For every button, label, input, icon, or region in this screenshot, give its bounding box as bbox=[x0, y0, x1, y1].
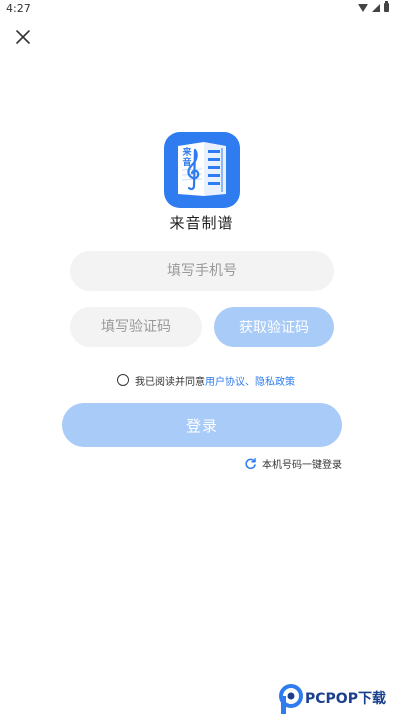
watermark-text: PCPOP下载 bbox=[305, 691, 386, 707]
verification-code-input[interactable] bbox=[70, 307, 202, 347]
refresh-icon bbox=[245, 458, 256, 470]
one-key-login-label: 本机号码一键登录 bbox=[262, 460, 342, 471]
signal-icon bbox=[372, 3, 380, 12]
phone-input[interactable] bbox=[70, 251, 334, 291]
logo-text: 来音 bbox=[182, 148, 192, 168]
watermark: PCPOP下载 bbox=[279, 683, 403, 717]
login-button[interactable]: 登录 bbox=[62, 403, 342, 447]
status-time: 4:27 bbox=[6, 2, 31, 15]
battery-icon bbox=[384, 1, 389, 12]
app-name: 来音制谱 bbox=[169, 214, 234, 232]
login-screen: 4:27 来音 来音制谱 填写手机号 填写验证码 获取验证码 我已阅读并同意 用… bbox=[0, 0, 403, 720]
status-bar: 4:27 bbox=[0, 0, 403, 18]
user-agreement-link[interactable]: 用户协议 bbox=[205, 373, 245, 388]
get-code-button[interactable]: 获取验证码 bbox=[214, 307, 334, 347]
one-key-login-button[interactable]: 本机号码一键登录 bbox=[244, 456, 342, 471]
music-score-icon bbox=[178, 142, 226, 196]
close-button[interactable] bbox=[12, 26, 34, 48]
agreement-separator: 、 bbox=[245, 376, 255, 388]
privacy-policy-link[interactable]: 隐私政策 bbox=[255, 373, 295, 388]
watermark-logo-icon bbox=[279, 684, 303, 714]
wifi-icon bbox=[358, 3, 368, 12]
app-logo: 来音 bbox=[164, 132, 240, 208]
agreement-prefix: 我已阅读并同意 bbox=[135, 376, 205, 388]
close-icon bbox=[16, 30, 30, 44]
agreement-row: 我已阅读并同意 用户协议 、 隐私政策 bbox=[117, 372, 295, 388]
status-icons bbox=[358, 1, 389, 12]
agree-checkbox[interactable] bbox=[117, 374, 129, 386]
